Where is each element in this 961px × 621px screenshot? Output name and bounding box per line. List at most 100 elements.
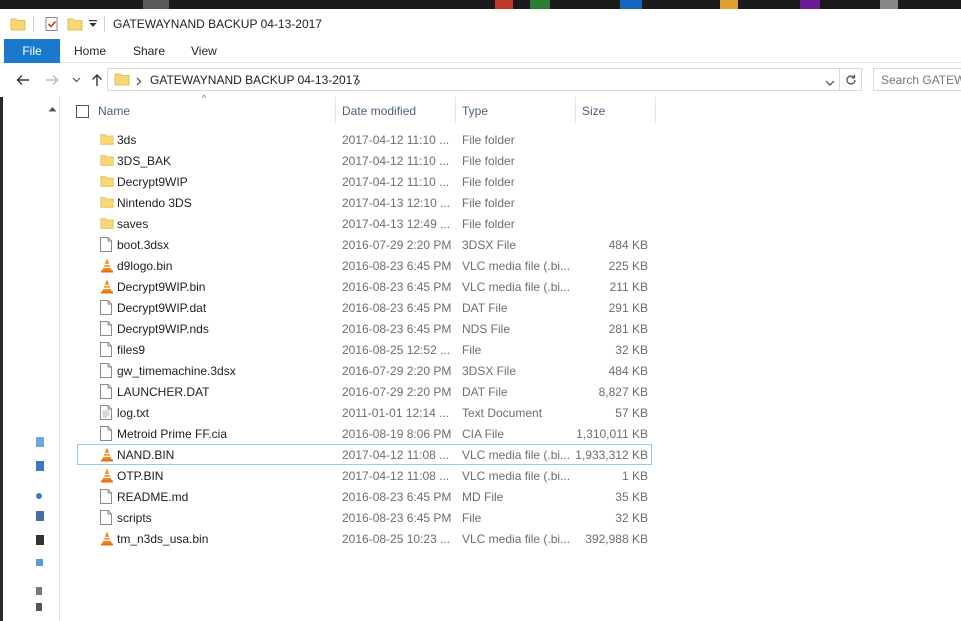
nav-item-icon[interactable] (36, 461, 44, 471)
file-icon (100, 384, 114, 400)
scroll-up-icon[interactable] (48, 101, 57, 115)
tab-home[interactable]: Home (74, 39, 106, 63)
file-icon (100, 363, 114, 379)
file-row[interactable]: Decrypt9WIP.bin 2016-08-23 6:45 PM VLC med… (77, 276, 652, 297)
file-type: VLC media file (.bi... (462, 469, 571, 483)
nav-item-icon[interactable] (36, 559, 43, 566)
file-row[interactable]: Decrypt9WIP 2017-04-12 11:10 ... File fold… (77, 171, 652, 192)
file-size: 211 KB (609, 280, 648, 294)
refresh-button[interactable] (840, 68, 862, 91)
column-header-date[interactable]: Date modified (342, 104, 416, 118)
file-name: boot.3dsx (117, 238, 170, 252)
window-edge (0, 97, 3, 621)
vlc-icon (100, 279, 114, 295)
nav-item-icon[interactable] (36, 603, 42, 611)
file-row[interactable]: saves 2017-04-13 12:49 ... File folder (77, 213, 652, 234)
tab-file[interactable]: File (4, 39, 60, 63)
recent-locations-button[interactable] (67, 71, 85, 89)
folder-icon (100, 195, 114, 211)
nav-item-icon[interactable] (36, 511, 44, 521)
file-row[interactable]: files9 2016-08-25 12:52 ... File 32 KB (77, 339, 652, 360)
file-row[interactable]: README.md 2016-08-23 6:45 PM MD File 35 KB (77, 486, 652, 507)
nav-item-icon[interactable] (36, 535, 44, 545)
properties-icon[interactable] (44, 9, 60, 39)
nav-item-icon[interactable] (36, 493, 42, 499)
column-header-type[interactable]: Type (462, 104, 488, 118)
file-row[interactable]: Nintendo 3DS 2017-04-13 12:10 ... File fol… (77, 192, 652, 213)
customize-toolbar-icon[interactable] (88, 9, 98, 39)
file-icon (100, 426, 114, 442)
file-name: NAND.BIN (117, 448, 175, 462)
file-type: 3DSX File (462, 364, 517, 378)
file-row[interactable]: 3ds 2017-04-12 11:10 ... File folder (77, 129, 652, 150)
file-name: scripts (117, 511, 152, 525)
file-size: 225 KB (608, 259, 648, 273)
file-name: Nintendo 3DS (117, 196, 192, 210)
file-row[interactable]: log.txt 2011-01-01 12:14 ... Text Document… (77, 402, 652, 423)
file-date-modified: 2017-04-12 11:10 ... (342, 154, 450, 168)
file-row[interactable]: tm_n3ds_usa.bin 2016-08-25 10:23 ... VLC m… (77, 528, 652, 549)
file-icon (100, 237, 114, 253)
file-row[interactable]: Metroid Prime FF.cia 2016-08-19 8:06 PM CI… (77, 423, 652, 444)
file-row[interactable]: gw_timemachine.3dsx 2016-07-29 2:20 PM 3DS… (77, 360, 652, 381)
search-input[interactable] (873, 68, 961, 91)
file-icon (100, 510, 114, 526)
nav-item-icon[interactable] (36, 437, 44, 447)
file-date-modified: 2016-08-19 8:06 PM (342, 427, 452, 441)
file-name: Decrypt9WIP.bin (117, 280, 206, 294)
nav-item-icon[interactable] (36, 587, 42, 595)
file-size: 484 KB (608, 364, 648, 378)
file-type: CIA File (462, 427, 505, 441)
chevron-down-icon[interactable] (825, 76, 835, 90)
file-name: OTP.BIN (117, 469, 164, 483)
chevron-right-icon[interactable] (355, 75, 361, 89)
file-icon (100, 300, 114, 316)
file-name: Decrypt9WIP.nds (117, 322, 209, 336)
tab-view[interactable]: View (191, 39, 217, 63)
folder-icon (114, 72, 130, 89)
file-row[interactable]: d9logo.bin 2016-08-23 6:45 PM VLC media fi… (77, 255, 652, 276)
file-date-modified: 2017-04-13 12:10 ... (342, 196, 451, 210)
file-type: File folder (462, 133, 515, 147)
chevron-right-icon[interactable] (136, 75, 142, 89)
file-type: VLC media file (.bi... (462, 448, 571, 462)
file-type: File (462, 511, 482, 525)
file-date-modified: 2016-08-23 6:45 PM (342, 511, 452, 525)
navigation-pane[interactable] (0, 97, 60, 621)
sort-ascending-icon: ^ (202, 93, 207, 103)
file-type: File folder (462, 154, 515, 168)
vlc-icon (100, 468, 114, 484)
file-name: tm_n3ds_usa.bin (117, 532, 209, 546)
file-row[interactable]: 3DS_BAK 2017-04-12 11:10 ... File folder (77, 150, 652, 171)
file-row[interactable]: NAND.BIN 2017-04-12 11:08 ... VLC media fi… (77, 444, 652, 465)
new-folder-icon[interactable] (67, 9, 83, 39)
folder-icon (100, 153, 114, 169)
file-date-modified: 2016-08-23 6:45 PM (342, 490, 452, 504)
file-name: d9logo.bin (117, 259, 173, 273)
tab-share[interactable]: Share (133, 39, 165, 63)
file-date-modified: 2016-08-25 12:52 ... (342, 343, 451, 357)
select-all-checkbox[interactable] (76, 105, 89, 118)
file-row[interactable]: scripts 2016-08-23 6:45 PM File 32 KB (77, 507, 652, 528)
column-header-name[interactable]: Name (98, 104, 130, 118)
address-bar[interactable]: GATEWAYNAND BACKUP 04-13-2017 (107, 68, 840, 91)
file-row[interactable]: boot.3dsx 2016-07-29 2:20 PM 3DSX File 484 … (77, 234, 652, 255)
file-row[interactable]: LAUNCHER.DAT 2016-07-29 2:20 PM DAT File 8,… (77, 381, 652, 402)
file-type: NDS File (462, 322, 511, 336)
back-button[interactable] (14, 71, 32, 89)
up-button[interactable] (88, 71, 106, 89)
search-field[interactable] (874, 69, 961, 90)
column-header-size[interactable]: Size (582, 104, 605, 118)
file-row[interactable]: OTP.BIN 2017-04-12 11:08 ... VLC media fil… (77, 465, 652, 486)
file-date-modified: 2016-07-29 2:20 PM (342, 364, 452, 378)
forward-button[interactable] (43, 71, 61, 89)
file-row[interactable]: Decrypt9WIP.nds 2016-08-23 6:45 PM NDS Fil… (77, 318, 652, 339)
file-type: File folder (462, 175, 515, 189)
file-type: DAT File (462, 301, 508, 315)
breadcrumb-current[interactable]: GATEWAYNAND BACKUP 04-13-2017 (150, 73, 359, 87)
file-date-modified: 2017-04-12 11:08 ... (342, 469, 450, 483)
file-icon (100, 342, 114, 358)
file-row[interactable]: Decrypt9WIP.dat 2016-08-23 6:45 PM DAT Fil… (77, 297, 652, 318)
file-name: Decrypt9WIP.dat (117, 301, 207, 315)
file-name: saves (117, 217, 149, 231)
